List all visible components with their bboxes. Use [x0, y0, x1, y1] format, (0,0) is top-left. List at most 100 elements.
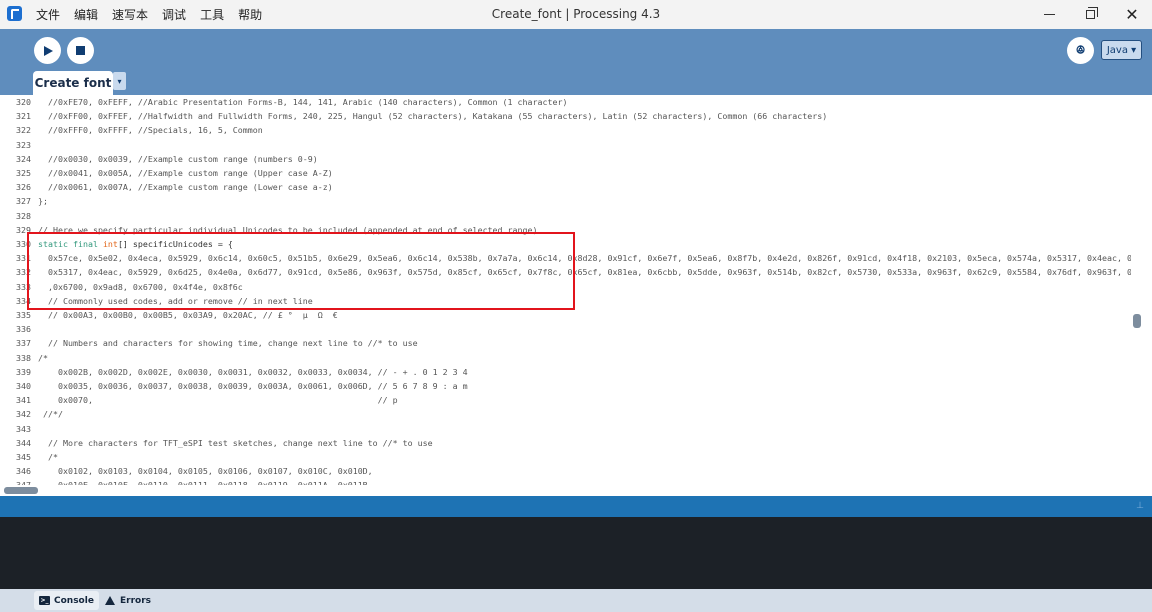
console-output[interactable]	[0, 517, 1152, 589]
code-line[interactable]: 329 // Here we specify particular individ…	[0, 223, 1131, 237]
menu-edit[interactable]: 编辑	[74, 6, 98, 23]
code-line[interactable]: 321 //0xFF00, 0xFFEF, //Halfwidth and Fu…	[0, 109, 1131, 123]
line-number: 331	[16, 253, 31, 264]
maximize-button[interactable]	[1070, 0, 1110, 29]
line-number: 334	[16, 295, 31, 306]
code-text: /*	[38, 352, 48, 363]
line-number: 320	[16, 97, 31, 107]
vertical-scrollbar[interactable]	[1131, 95, 1152, 485]
code-line[interactable]: 342 //*/	[0, 407, 1131, 421]
code-text: 0x010E, 0x010F, 0x0110, 0x0111, 0x0118, …	[38, 478, 373, 485]
line-number: 335	[16, 310, 31, 320]
errors-tab-label: Errors	[120, 595, 152, 606]
toolbar: ꔮ Java ▾	[0, 29, 1152, 72]
line-number: 343	[16, 423, 31, 434]
code-text: //0x0030, 0x0039, //Example custom range…	[38, 153, 318, 164]
menu-debug[interactable]: 调试	[162, 6, 186, 23]
line-number: 338	[16, 352, 31, 363]
code-line[interactable]: 326 //0x0061, 0x007A, //Example custom r…	[0, 180, 1131, 194]
code-plain: [] specificUnicodes = {	[117, 239, 233, 249]
code-line[interactable]: 328	[0, 209, 1131, 223]
code-text: // More characters for TFT_eSPI test ske…	[38, 437, 433, 448]
processing-window: 文件 编辑 速写本 调试 工具 帮助 Create_font | Process…	[0, 0, 1152, 612]
line-number: 336	[16, 324, 31, 335]
console-tabs: >_ Console Errors	[0, 589, 1152, 612]
play-icon	[44, 45, 53, 56]
line-number: 329	[16, 224, 31, 235]
code-text: // 0x00A3, 0x00B0, 0x00B5, 0x03A9, 0x20A…	[38, 310, 338, 320]
line-number: 347	[0, 478, 31, 485]
line-number: 322	[16, 125, 31, 136]
debugger-button[interactable]: ꔮ	[1067, 37, 1094, 64]
code-line[interactable]: 330 static final int[] specificUnicodes =…	[0, 237, 1131, 251]
code-line[interactable]: 334 // Commonly used codes, add or remov…	[0, 294, 1131, 308]
code-line[interactable]: 327};	[0, 194, 1131, 208]
code-line[interactable]: 338 /*	[0, 351, 1131, 365]
minimize-icon	[1043, 14, 1055, 15]
stop-button[interactable]	[67, 37, 94, 64]
code-line[interactable]: 343	[0, 422, 1131, 436]
code-line[interactable]: 346 0x0102, 0x0103, 0x0104, 0x0105, 0x01…	[0, 464, 1131, 478]
tab-console[interactable]: >_ Console	[34, 591, 99, 610]
code-text: };	[38, 196, 48, 207]
stop-icon	[76, 46, 85, 55]
code-line[interactable]: 336	[0, 322, 1131, 336]
line-number: 324	[16, 153, 31, 164]
line-number: 339	[16, 366, 31, 377]
code-text: 0x0070, // p	[38, 395, 398, 406]
tab-create-font[interactable]: Create font	[33, 71, 113, 95]
code-line[interactable]: 333 ,0x6700, 0x9ad8, 0x6700, 0x4f4e, 0x8…	[0, 280, 1131, 294]
code-line[interactable]: 323	[0, 138, 1131, 152]
menu-file[interactable]: 文件	[36, 6, 60, 23]
tab-errors[interactable]: Errors	[100, 591, 156, 610]
code-line[interactable]: 344 // More characters for TFT_eSPI test…	[0, 436, 1131, 450]
code-line[interactable]: 320 //0xFE70, 0xFEFF, //Arabic Presentat…	[0, 95, 1131, 109]
code-line[interactable]: 332 0x5317, 0x4eac, 0x5929, 0x6d25, 0x4e…	[0, 265, 1131, 279]
code-line[interactable]: 322 //0xFFF0, 0xFFFF, //Specials, 16, 5,…	[0, 123, 1131, 137]
butterfly-icon: ꔮ	[1075, 43, 1086, 57]
minimize-button[interactable]	[1029, 0, 1069, 29]
type-keyword: int	[102, 239, 118, 249]
code-text: //0x0041, 0x005A, //Example custom range…	[38, 168, 333, 178]
menu-tools[interactable]: 工具	[200, 6, 224, 23]
keyword: static final	[38, 239, 103, 249]
code-line[interactable]: 337 // Numbers and characters for showin…	[0, 336, 1131, 350]
horizontal-scrollbar[interactable]	[0, 485, 1152, 496]
code-text: 0x57ce, 0x5e02, 0x4eca, 0x5929, 0x6c14, …	[47, 253, 1131, 264]
menu-sketch[interactable]: 速写本	[112, 6, 148, 23]
title-bar: 文件 编辑 速写本 调试 工具 帮助 Create_font | Process…	[0, 0, 1152, 29]
collapse-arrow-icon[interactable]: ⊥	[1136, 501, 1144, 511]
menu-help[interactable]: 帮助	[238, 6, 262, 23]
code-text: 0x5317, 0x4eac, 0x5929, 0x6d25, 0x4e0a, …	[47, 267, 1131, 278]
line-number: 333	[16, 281, 31, 292]
code-line[interactable]: 331 0x57ce, 0x5e02, 0x4eca, 0x5929, 0x6c…	[0, 251, 1131, 265]
code-line[interactable]: 324 //0x0030, 0x0039, //Example custom r…	[0, 152, 1131, 166]
close-icon: ✕	[1125, 4, 1139, 24]
code-area[interactable]: 320 //0xFE70, 0xFEFF, //Arabic Presentat…	[0, 95, 1131, 485]
code-line[interactable]: 345 /*	[0, 450, 1131, 464]
code-text: // Numbers and characters for showing ti…	[38, 338, 418, 349]
code-text: //0x0061, 0x007A, //Example custom range…	[38, 182, 333, 193]
code-line[interactable]: 335 // 0x00A3, 0x00B0, 0x00B5, 0x03A9, 0…	[0, 308, 1131, 322]
code-line[interactable]: 347 0x010E, 0x010F, 0x0110, 0x0111, 0x01…	[0, 478, 1131, 485]
code-editor[interactable]: 320 //0xFE70, 0xFEFF, //Arabic Presentat…	[0, 95, 1131, 485]
line-number: 332	[16, 267, 31, 278]
code-line[interactable]: 325 //0x0041, 0x005A, //Example custom r…	[0, 166, 1131, 180]
run-button[interactable]	[34, 37, 61, 64]
tab-menu-button[interactable]: ▾	[113, 72, 126, 90]
vertical-scroll-thumb[interactable]	[1133, 314, 1141, 328]
code-line[interactable]: 341 0x0070, // p	[0, 393, 1131, 407]
code-line[interactable]: 339 0x002B, 0x002D, 0x002E, 0x0030, 0x00…	[0, 365, 1131, 379]
code-line[interactable]: 340 0x0035, 0x0036, 0x0037, 0x0038, 0x00…	[0, 379, 1131, 393]
line-number: 323	[16, 139, 31, 150]
line-number: 325	[16, 168, 31, 178]
code-text: // Here we specify particular individual…	[38, 224, 538, 235]
console-tab-label: Console	[54, 595, 94, 606]
line-number: 326	[16, 182, 31, 193]
mode-selector[interactable]: Java ▾	[1101, 40, 1142, 60]
line-number: 328	[16, 210, 31, 221]
close-button[interactable]: ✕	[1112, 0, 1152, 29]
horizontal-scroll-thumb[interactable]	[4, 487, 38, 494]
line-number: 345	[16, 452, 31, 462]
code-text: //0xFE70, 0xFEFF, //Arabic Presentation …	[38, 97, 568, 107]
